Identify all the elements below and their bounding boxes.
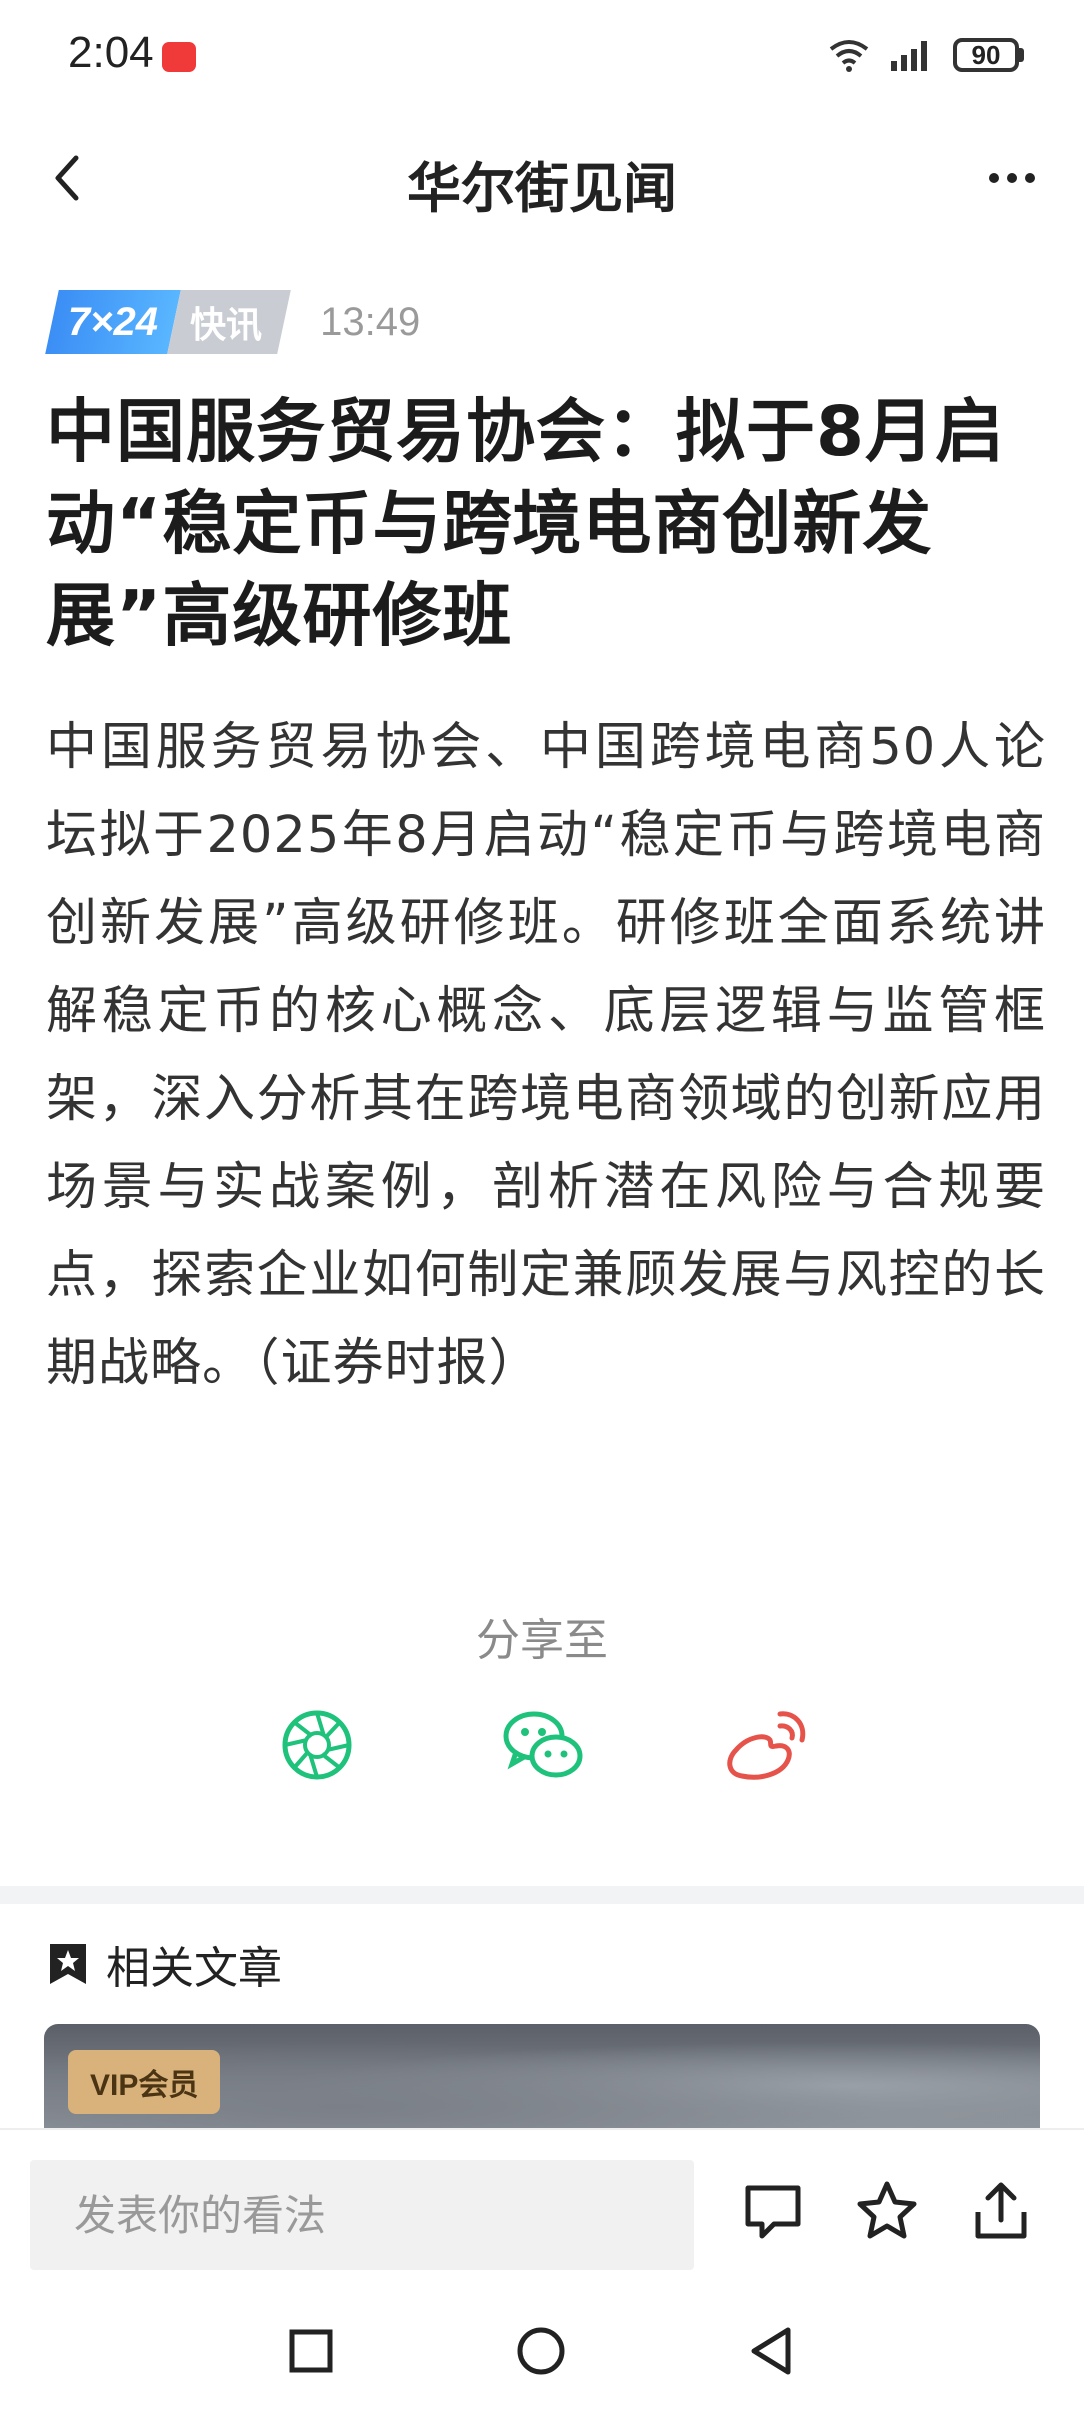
home-icon[interactable] [506,2316,576,2386]
signal-icon [891,41,927,71]
share-label: 分享至 [476,1615,608,1666]
wifi-icon [829,40,869,72]
top-nav: 华尔街见闻 [0,120,1084,236]
section-divider [0,1886,1084,1904]
related-article-card[interactable]: VIP会员 [44,2024,1040,2128]
comment-bar [0,2128,1084,2290]
article-title: 中国服务贸易协会：拟于8月启动“稳定币与跨境电商创新发展”高级研修班 [46,392,1006,656]
status-time: 2:04 [68,28,154,77]
system-back-icon[interactable] [736,2316,806,2386]
share-icons [0,1700,1084,1790]
related-header: 相关文章 [46,1934,282,1994]
comment-input[interactable] [30,2160,694,2270]
share-icon[interactable] [966,2176,1036,2246]
badge-flash-label: 快讯 [190,305,263,346]
system-nav-bar [0,2290,1084,2412]
flash-news-badge: 7×24 快讯 [45,290,291,354]
app-notification-icon [162,42,196,72]
status-indicators: 90 [827,30,1024,80]
moments-icon[interactable] [272,1700,362,1790]
more-icon[interactable] [982,148,1042,208]
battery-level: 90 [971,39,1001,70]
status-bar: 2:04 90 [0,0,1084,110]
weibo-icon[interactable] [722,1700,812,1790]
vip-badge: VIP会员 [68,2050,221,2114]
wechat-icon[interactable] [498,1700,588,1790]
article-body: 中国服务贸易协会、中国跨境电商50人论坛拟于2025年8月启动“稳定币与跨境电商… [46,718,1046,1393]
recent-apps-icon[interactable] [276,2316,346,2386]
battery-icon: 90 [953,38,1024,72]
page-title: 华尔街见闻 [407,156,677,220]
article-meta: 7×24 快讯 13:49 [45,288,421,356]
badge-724-label: 7×24 [68,299,159,344]
article-time: 13:49 [320,299,421,344]
comment-icon[interactable] [738,2176,808,2246]
favorite-star-icon[interactable] [852,2176,922,2246]
bookmark-star-icon [50,1944,86,1984]
related-title: 相关文章 [106,1943,282,1994]
